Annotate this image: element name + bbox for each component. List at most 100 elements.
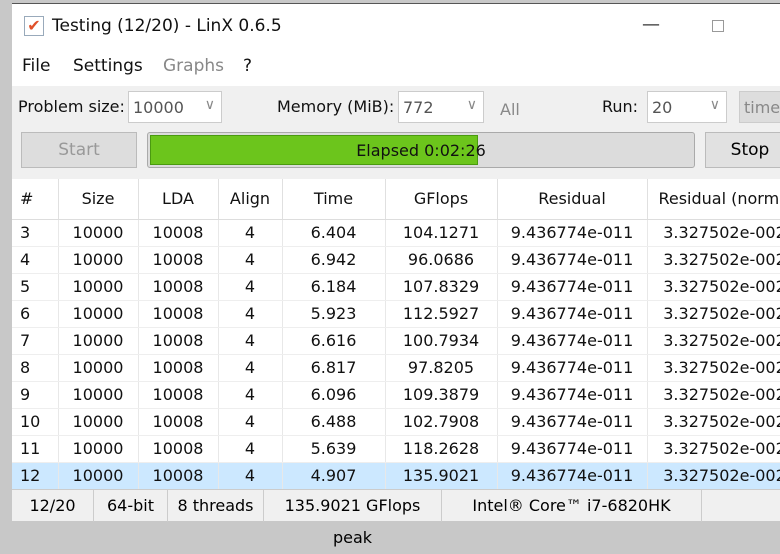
status-progress: 12/20 xyxy=(12,490,94,522)
table-cell: 100.7934 xyxy=(385,327,498,355)
table-cell: 10000 xyxy=(58,300,139,328)
table-cell: 5 xyxy=(12,273,59,301)
start-button[interactable]: Start xyxy=(21,132,137,168)
table-cell: 10008 xyxy=(138,327,219,355)
chevron-down-icon: ∨ xyxy=(466,97,477,113)
run-label: Run: xyxy=(602,97,639,116)
table-cell: 3.327502e-002 xyxy=(647,462,780,490)
table-cell: 4 xyxy=(218,435,283,463)
table-cell: 10000 xyxy=(58,435,139,463)
table-cell: 3.327502e-002 xyxy=(647,381,780,409)
menu-settings[interactable]: Settings xyxy=(73,56,143,76)
table-row[interactable]: 3 10000 10008 4 6.404 104.1271 9.436774e-011 3.… xyxy=(12,219,780,247)
memory-combo[interactable]: 772 ∨ xyxy=(398,91,484,123)
table-cell: 10008 xyxy=(138,300,219,328)
table-cell: 3 xyxy=(12,219,59,247)
table-cell: 12 xyxy=(12,462,59,490)
table-cell: 9.436774e-011 xyxy=(497,219,648,247)
column-header[interactable]: LDA xyxy=(138,179,219,220)
linx-window: ✔ Testing (12/20) - LinX 0.6.5 — File Se… xyxy=(12,3,780,547)
table-row[interactable]: 5 10000 10008 4 6.184 107.8329 9.436774e-011 3.… xyxy=(12,273,780,301)
table-cell: 10000 xyxy=(58,246,139,274)
table-cell: 5.639 xyxy=(282,435,386,463)
table-cell: 10000 xyxy=(58,381,139,409)
table-cell: 9 xyxy=(12,381,59,409)
table-cell: 4 xyxy=(218,300,283,328)
table-cell: 4 xyxy=(218,408,283,436)
table-row[interactable]: 6 10000 10008 4 5.923 112.5927 9.436774e-011 3.… xyxy=(12,300,780,328)
times-combo[interactable]: times xyxy=(739,91,780,123)
table-cell: 10008 xyxy=(138,273,219,301)
column-header[interactable]: # xyxy=(12,179,59,220)
table-row[interactable]: 10 10000 10008 4 6.488 102.7908 9.436774e-011 3… xyxy=(12,408,780,436)
maximize-button[interactable] xyxy=(712,20,724,32)
table-cell: 3.327502e-002 xyxy=(647,300,780,328)
table-row[interactable]: 11 10000 10008 4 5.639 118.2628 9.436774e-011 3… xyxy=(12,435,780,463)
column-header[interactable]: Time xyxy=(282,179,386,220)
table-cell: 3.327502e-002 xyxy=(647,408,780,436)
problem-size-label: Problem size: xyxy=(18,97,125,116)
checkmark-icon: ✔ xyxy=(24,16,44,36)
table-cell: 4 xyxy=(218,219,283,247)
table-cell: 9.436774e-011 xyxy=(497,354,648,382)
table-cell: 10008 xyxy=(138,408,219,436)
status-peak: 135.9021 GFlops peak xyxy=(264,490,442,547)
memory-label: Memory (MiB): xyxy=(277,97,395,116)
table-cell: 118.2628 xyxy=(385,435,498,463)
table-cell: 10000 xyxy=(58,327,139,355)
menu-bar: File Settings Graphs ? xyxy=(12,48,780,86)
chevron-down-icon: ∨ xyxy=(204,97,215,113)
table-cell: 6.096 xyxy=(282,381,386,409)
table-cell: 10008 xyxy=(138,354,219,382)
memory-value: 772 xyxy=(403,98,434,117)
table-cell: 6.488 xyxy=(282,408,386,436)
table-cell: 9.436774e-011 xyxy=(497,273,648,301)
table-cell: 97.8205 xyxy=(385,354,498,382)
problem-size-combo[interactable]: 10000 ∨ xyxy=(128,91,222,123)
table-cell: 9.436774e-011 xyxy=(497,327,648,355)
table-cell: 3.327502e-002 xyxy=(647,435,780,463)
table-cell: 7 xyxy=(12,327,59,355)
menu-file[interactable]: File xyxy=(22,56,50,76)
table-cell: 9.436774e-011 xyxy=(497,246,648,274)
table-cell: 10000 xyxy=(58,273,139,301)
stop-button[interactable]: Stop xyxy=(705,132,780,168)
table-cell: 4 xyxy=(218,381,283,409)
table-cell: 10000 xyxy=(58,408,139,436)
table-cell: 10008 xyxy=(138,462,219,490)
window-title: Testing (12/20) - LinX 0.6.5 xyxy=(52,16,282,36)
table-cell: 3.327502e-002 xyxy=(647,327,780,355)
title-bar: ✔ Testing (12/20) - LinX 0.6.5 — xyxy=(12,4,780,48)
column-header[interactable]: Residual (norm.) xyxy=(647,179,780,220)
table-cell: 6.616 xyxy=(282,327,386,355)
minimize-button[interactable]: — xyxy=(642,14,660,35)
table-row[interactable]: 7 10000 10008 4 6.616 100.7934 9.436774e-011 3.… xyxy=(12,327,780,355)
column-header[interactable]: GFlops xyxy=(385,179,498,220)
table-cell: 6.184 xyxy=(282,273,386,301)
problem-size-value: 10000 xyxy=(133,98,184,117)
run-combo[interactable]: 20 ∨ xyxy=(647,91,727,123)
menu-help[interactable]: ? xyxy=(243,56,252,76)
table-row[interactable]: 4 10000 10008 4 6.942 96.0686 9.436774e-011 3.3… xyxy=(12,246,780,274)
results-table: # Size LDA Align Time GFlops Residual Residual … xyxy=(12,179,780,490)
all-button[interactable]: All xyxy=(500,100,520,119)
menu-graphs[interactable]: Graphs xyxy=(163,56,224,76)
table-cell: 96.0686 xyxy=(385,246,498,274)
table-cell: 11 xyxy=(12,435,59,463)
table-cell: 10000 xyxy=(58,462,139,490)
elapsed-text: Elapsed 0:02:26 xyxy=(356,141,486,160)
status-arch: 64-bit xyxy=(94,490,168,522)
table-row[interactable]: 12 10000 10008 4 4.907 135.9021 9.436774e-011 3… xyxy=(12,462,780,490)
table-cell: 10000 xyxy=(58,354,139,382)
table-cell: 3.327502e-002 xyxy=(647,354,780,382)
column-header[interactable]: Size xyxy=(58,179,139,220)
column-header[interactable]: Residual xyxy=(497,179,648,220)
table-cell: 5.923 xyxy=(282,300,386,328)
table-row[interactable]: 8 10000 10008 4 6.817 97.8205 9.436774e-011 3.3… xyxy=(12,354,780,382)
table-cell: 10008 xyxy=(138,219,219,247)
column-header[interactable]: Align xyxy=(218,179,283,220)
table-cell: 4 xyxy=(218,327,283,355)
table-cell: 4.907 xyxy=(282,462,386,490)
table-cell: 8 xyxy=(12,354,59,382)
table-row[interactable]: 9 10000 10008 4 6.096 109.3879 9.436774e-011 3.… xyxy=(12,381,780,409)
